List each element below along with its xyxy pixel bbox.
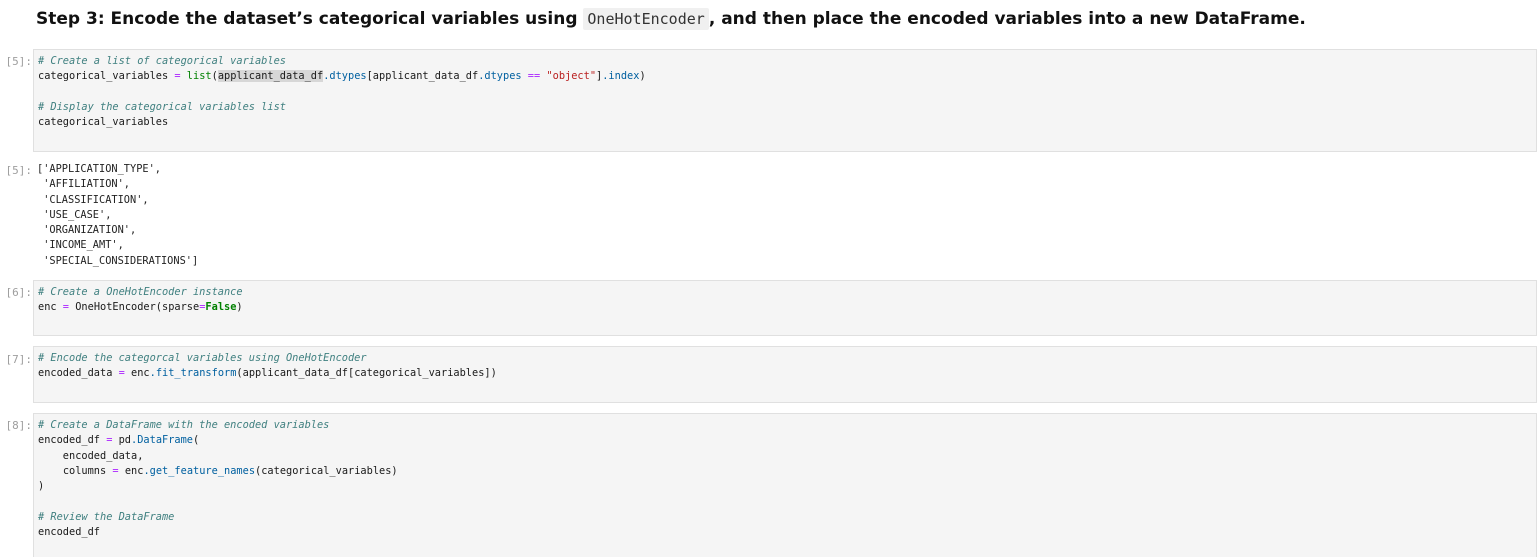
code-line: ) (38, 480, 45, 493)
code-token: = (106, 464, 125, 477)
code-token: OneHotEncoder(sparse (75, 301, 200, 314)
code-block-5: # Create a list of categorical variables… (34, 50, 1536, 130)
output-prompt-5: [5]: (5, 164, 33, 177)
code-comment: # Create a list of categorical variables (38, 55, 286, 67)
output-area-5: ['APPLICATION_TYPE', 'AFFILIATION', 'CLA… (33, 158, 1537, 269)
code-token: enc (124, 464, 144, 477)
code-line: encoded_df (38, 526, 100, 539)
code-token: ( (193, 434, 200, 447)
code-cell-6[interactable]: # Create a OneHotEncoder instance enc = … (33, 280, 1537, 336)
code-token: encoded_df (38, 434, 100, 447)
code-cell-8[interactable]: # Create a DataFrame with the encoded va… (33, 413, 1537, 557)
code-token: = (112, 367, 132, 380)
code-token: ) (236, 301, 243, 314)
code-block-8: # Create a DataFrame with the encoded va… (34, 414, 1536, 540)
output-line: 'ORGANIZATION', (37, 224, 137, 237)
code-token: .dtypes (478, 70, 522, 83)
markdown-heading: Step 3: Encode the dataset’s categorical… (36, 8, 1306, 30)
code-token: [applicant_data_df (366, 70, 479, 83)
code-token: = (168, 70, 187, 83)
code-token: ) (639, 70, 646, 83)
heading-suffix: , and then place the encoded variables i… (708, 9, 1306, 29)
code-comment: # Create a DataFrame with the encoded va… (38, 419, 330, 431)
code-token: == (521, 70, 547, 83)
code-comment: # Create a OneHotEncoder instance (38, 286, 243, 298)
code-token: .get_feature_names (143, 464, 256, 477)
input-prompt-5: [5]: (5, 55, 33, 68)
code-comment: # Review the DataFrame (38, 510, 175, 523)
code-token: = (100, 434, 119, 447)
code-cell-7[interactable]: # Encode the categorcal variables using … (33, 346, 1537, 403)
code-comment: # Encode the categorcal variables using … (38, 352, 367, 364)
output-line: 'INCOME_AMT', (37, 239, 124, 252)
code-token: (applicant_data_df[categorical_variables… (236, 367, 497, 380)
code-block-7: # Encode the categorcal variables using … (34, 347, 1536, 382)
code-token: (categorical_variables) (255, 464, 398, 477)
input-prompt-8: [8]: (5, 419, 33, 432)
output-line: 'AFFILIATION', (37, 178, 130, 191)
output-line: 'SPECIAL_CONSIDERATIONS'] (37, 254, 199, 267)
code-token: list (186, 70, 212, 83)
input-prompt-6: [6]: (5, 286, 33, 299)
code-token: = (56, 301, 76, 314)
code-token: False (205, 301, 237, 314)
code-token: .dtypes (323, 70, 367, 83)
code-token: .DataFrame (131, 434, 194, 447)
code-block-6: # Create a OneHotEncoder instance enc = … (34, 281, 1536, 316)
output-text-5: ['APPLICATION_TYPE', 'AFFILIATION', 'CLA… (33, 158, 1537, 269)
heading-inline-code: OneHotEncoder (583, 8, 709, 30)
code-token: .fit_transform (149, 367, 237, 380)
code-token: categorical_variables (38, 70, 169, 83)
code-token: pd (118, 434, 132, 447)
code-token-highlight: applicant_data_df (217, 70, 324, 83)
code-token: .index (602, 70, 640, 83)
code-cell-5[interactable]: # Create a list of categorical variables… (33, 49, 1537, 152)
code-token: columns (62, 464, 107, 477)
code-line: categorical_variables (38, 116, 169, 129)
code-token: enc (131, 367, 150, 380)
code-line: encoded_data, (38, 449, 144, 462)
output-line: 'USE_CASE', (37, 208, 112, 221)
code-token: ( (211, 70, 218, 83)
code-token: enc (38, 301, 57, 314)
output-line: 'CLASSIFICATION', (37, 193, 149, 206)
code-token: encoded_data (38, 367, 113, 380)
code-token: "object" (546, 70, 597, 83)
code-comment: # Display the categorical variables list (38, 100, 286, 113)
input-prompt-7: [7]: (5, 353, 33, 366)
heading-prefix: Step 3: Encode the dataset’s categorical… (36, 9, 584, 29)
output-line: ['APPLICATION_TYPE', (37, 163, 161, 175)
notebook-page: Step 3: Encode the dataset’s categorical… (0, 0, 1537, 557)
